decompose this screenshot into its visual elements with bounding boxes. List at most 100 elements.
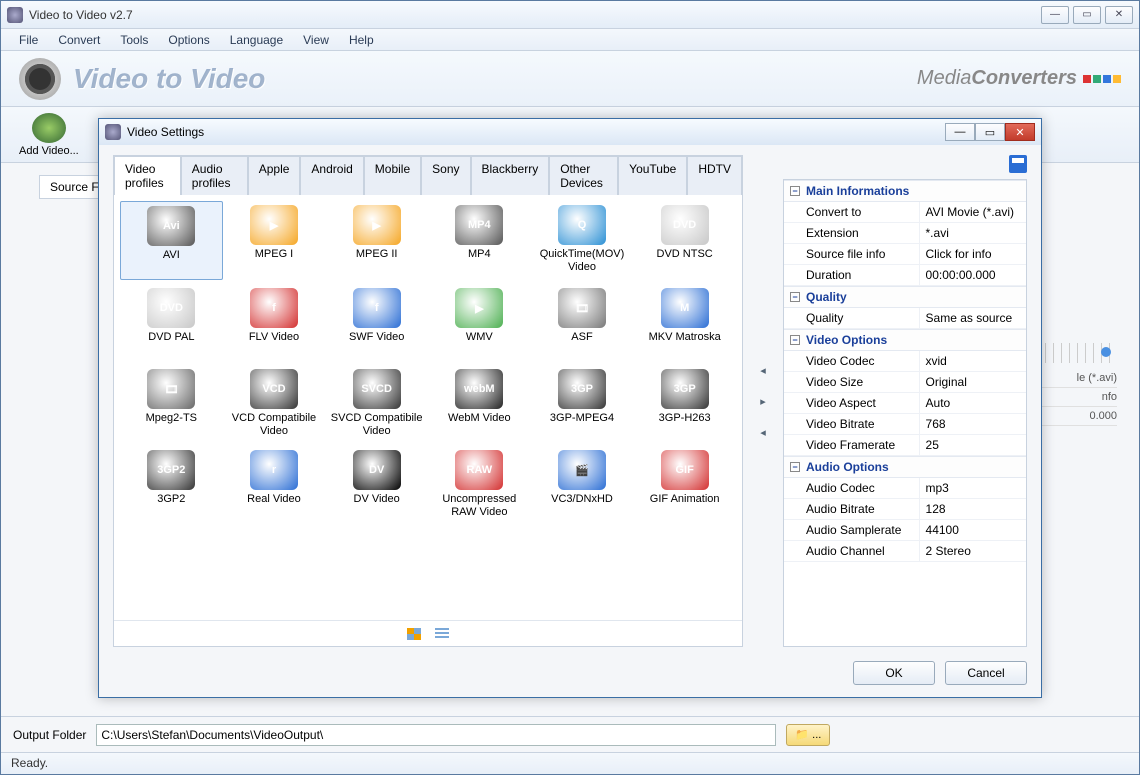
profile-swf-video[interactable]: fSWF Video: [325, 284, 428, 361]
prop-row[interactable]: QualitySame as source: [784, 308, 1026, 329]
ok-button[interactable]: OK: [853, 661, 935, 685]
dialog-close-button[interactable]: ✕: [1005, 123, 1035, 141]
prop-value[interactable]: Auto: [920, 393, 1026, 413]
list-view-icon[interactable]: [435, 628, 449, 640]
menu-item-language[interactable]: Language: [220, 31, 293, 49]
profile-avi[interactable]: AviAVI: [120, 201, 223, 280]
profile-mpeg-i[interactable]: ▶MPEG I: [223, 201, 326, 280]
profile-flv-video[interactable]: fFLV Video: [223, 284, 326, 361]
prop-row[interactable]: Audio Bitrate128: [784, 499, 1026, 520]
minimize-button[interactable]: —: [1041, 6, 1069, 24]
profile-uncompressed-raw-video[interactable]: RAWUncompressed RAW Video: [428, 446, 531, 523]
menu-item-view[interactable]: View: [293, 31, 339, 49]
scroll-right-icon[interactable]: ▸: [760, 395, 766, 408]
prop-value[interactable]: *.avi: [920, 223, 1026, 243]
cancel-button[interactable]: Cancel: [945, 661, 1027, 685]
profile-label: MPEG I: [255, 248, 294, 274]
add-video-button[interactable]: Add Video...: [11, 111, 87, 159]
tab-hdtv[interactable]: HDTV: [687, 156, 742, 195]
profile-wmv[interactable]: ▶WMV: [428, 284, 531, 361]
profile-dvd-ntsc[interactable]: DVDDVD NTSC: [633, 201, 736, 280]
prop-value[interactable]: 44100: [920, 520, 1026, 540]
prop-value[interactable]: mp3: [920, 478, 1026, 498]
prop-key: Audio Codec: [784, 478, 920, 498]
profile-webm-video[interactable]: webMWebM Video: [428, 365, 531, 442]
menu-item-help[interactable]: Help: [339, 31, 384, 49]
profile-real-video[interactable]: rReal Video: [223, 446, 326, 523]
collapse-icon[interactable]: −: [790, 462, 800, 472]
profile-icon: VCD: [250, 369, 298, 409]
dialog-minimize-button[interactable]: —: [945, 123, 975, 141]
prop-row[interactable]: Audio Samplerate44100: [784, 520, 1026, 541]
profile-3gp2[interactable]: 3GP23GP2: [120, 446, 223, 523]
prop-value[interactable]: Click for info: [920, 244, 1026, 264]
browse-folder-button[interactable]: 📁 ...: [786, 724, 830, 746]
tab-sony[interactable]: Sony: [421, 156, 470, 195]
prop-group-quality[interactable]: −Quality: [784, 286, 1026, 308]
menu-item-file[interactable]: File: [9, 31, 48, 49]
dialog-maximize-button[interactable]: ▭: [975, 123, 1005, 141]
prop-row[interactable]: Video Framerate25: [784, 435, 1026, 456]
prop-value[interactable]: 2 Stereo: [920, 541, 1026, 561]
profile-mkv-matroska[interactable]: MMKV Matroska: [633, 284, 736, 361]
prop-row[interactable]: Extension*.avi: [784, 223, 1026, 244]
profile-vc3-dnxhd[interactable]: 🎬VC3/DNxHD: [531, 446, 634, 523]
menu-item-convert[interactable]: Convert: [48, 31, 110, 49]
tab-video-profiles[interactable]: Video profiles: [114, 156, 181, 195]
profile-asf[interactable]: 🎞ASF: [531, 284, 634, 361]
profile-3gp-h263[interactable]: 3GP3GP-H263: [633, 365, 736, 442]
scroll-left-icon-2[interactable]: ◂: [760, 426, 766, 439]
prop-value[interactable]: 128: [920, 499, 1026, 519]
prop-group-audio-options[interactable]: −Audio Options: [784, 456, 1026, 478]
tab-audio-profiles[interactable]: Audio profiles: [181, 156, 248, 195]
maximize-button[interactable]: ▭: [1073, 6, 1101, 24]
profile-dvd-pal[interactable]: DVDDVD PAL: [120, 284, 223, 361]
collapse-icon[interactable]: −: [790, 335, 800, 345]
collapse-icon[interactable]: −: [790, 292, 800, 302]
scroll-left-icon[interactable]: ◂: [760, 364, 766, 377]
prop-row[interactable]: Convert toAVI Movie (*.avi): [784, 202, 1026, 223]
prop-value[interactable]: xvid: [920, 351, 1026, 371]
tab-apple[interactable]: Apple: [248, 156, 301, 195]
prop-row[interactable]: Video SizeOriginal: [784, 372, 1026, 393]
profile-mpeg2-ts[interactable]: 🎞Mpeg2-TS: [120, 365, 223, 442]
grid-view-icon[interactable]: [407, 628, 421, 640]
profile-quicktime-mov-video[interactable]: QQuickTime(MOV) Video: [531, 201, 634, 280]
tab-youtube[interactable]: YouTube: [618, 156, 687, 195]
profile-3gp-mpeg4[interactable]: 3GP3GP-MPEG4: [531, 365, 634, 442]
prop-value[interactable]: 25: [920, 435, 1026, 455]
prop-row[interactable]: Audio Codecmp3: [784, 478, 1026, 499]
collapse-icon[interactable]: −: [790, 186, 800, 196]
profile-tabs: Video profilesAudio profilesAppleAndroid…: [114, 156, 742, 195]
profile-gif-animation[interactable]: GIFGIF Animation: [633, 446, 736, 523]
tab-mobile[interactable]: Mobile: [364, 156, 421, 195]
prop-value[interactable]: Original: [920, 372, 1026, 392]
profile-svcd-compatibile-video[interactable]: SVCDSVCD Compatibile Video: [325, 365, 428, 442]
prop-value[interactable]: Same as source: [920, 308, 1026, 328]
save-icon[interactable]: [1009, 155, 1027, 173]
profile-mp4[interactable]: MP4MP4: [428, 201, 531, 280]
tab-blackberry[interactable]: Blackberry: [471, 156, 550, 195]
prop-row[interactable]: Duration00:00:00.000: [784, 265, 1026, 286]
prop-value[interactable]: 00:00:00.000: [920, 265, 1026, 285]
prop-value[interactable]: 768: [920, 414, 1026, 434]
output-folder-input[interactable]: [96, 724, 776, 746]
profile-dv-video[interactable]: DVDV Video: [325, 446, 428, 523]
prop-row[interactable]: Audio Channel2 Stereo: [784, 541, 1026, 562]
prop-row[interactable]: Video AspectAuto: [784, 393, 1026, 414]
menu-item-options[interactable]: Options: [158, 31, 219, 49]
prop-group-main-informations[interactable]: −Main Informations: [784, 180, 1026, 202]
tab-other-devices[interactable]: Other Devices: [549, 156, 618, 195]
close-button[interactable]: ✕: [1105, 6, 1133, 24]
prop-row[interactable]: Source file infoClick for info: [784, 244, 1026, 265]
prop-row[interactable]: Video Codecxvid: [784, 351, 1026, 372]
prop-group-video-options[interactable]: −Video Options: [784, 329, 1026, 351]
prop-value[interactable]: AVI Movie (*.avi): [920, 202, 1026, 222]
profile-mpeg-ii[interactable]: ▶MPEG II: [325, 201, 428, 280]
scroll-markers[interactable]: ◂ ▸ ◂: [755, 155, 771, 647]
profile-vcd-compatibile-video[interactable]: VCDVCD Compatibile Video: [223, 365, 326, 442]
tab-android[interactable]: Android: [300, 156, 363, 195]
menu-item-tools[interactable]: Tools: [110, 31, 158, 49]
prop-row[interactable]: Video Bitrate768: [784, 414, 1026, 435]
profile-label: GIF Animation: [650, 493, 720, 519]
